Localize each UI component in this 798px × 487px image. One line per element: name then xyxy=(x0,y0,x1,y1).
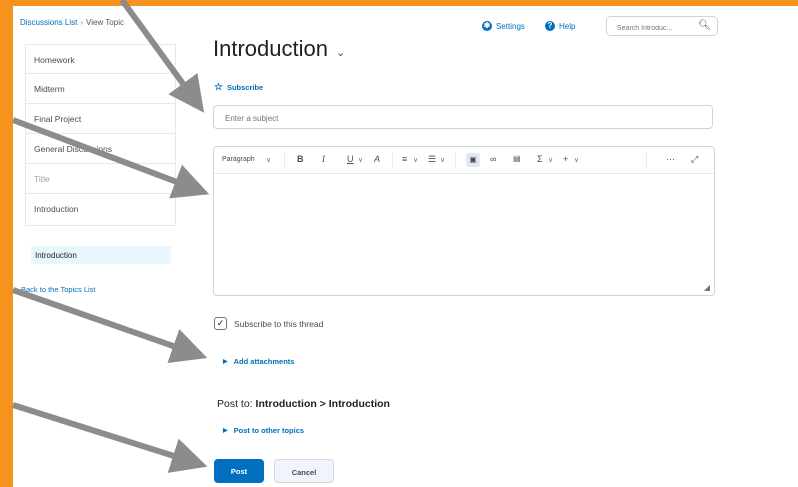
subscribe-thread-checkbox[interactable]: ✓ xyxy=(214,317,227,330)
page-title: Introduction ⌄ xyxy=(213,36,345,62)
chevron-down-icon[interactable]: ∨ xyxy=(548,156,553,164)
insert-button[interactable]: + xyxy=(563,154,568,164)
italic-button[interactable]: I xyxy=(322,154,325,164)
text-format-button[interactable]: A xyxy=(374,154,380,164)
align-left-icon[interactable]: ≡ xyxy=(402,154,407,164)
more-options-button[interactable]: ··· xyxy=(666,154,675,164)
resize-handle-icon[interactable]: ◢ xyxy=(704,283,710,292)
subscribe-link[interactable]: ☆ Subscribe xyxy=(214,82,263,93)
bold-button[interactable]: B xyxy=(297,154,304,164)
help-label: Help xyxy=(559,21,576,31)
settings-label: Settings xyxy=(496,21,525,31)
subject-input[interactable] xyxy=(223,113,697,124)
editor-toolbar: Paragraph ∨ B I U ∨ A ≡ ∨ ☰ ∨ ▣ ∞ ▤ Σ ∨ … xyxy=(214,147,714,174)
post-other-topics-toggle[interactable]: ▶ Post to other topics xyxy=(223,426,304,435)
discussion-page: Discussions List › View Topic ✱ Settings ?… xyxy=(13,6,798,487)
subscribe-thread-row: ✓ Subscribe to this thread xyxy=(214,317,323,330)
help-icon: ? xyxy=(545,21,555,31)
list-icon[interactable]: ☰ xyxy=(428,154,436,165)
sidebar-item-midterm[interactable]: Midterm xyxy=(25,74,176,104)
sidebar-item-final-project[interactable]: Final Project xyxy=(25,104,176,134)
sidebar-item-introduction[interactable]: Introduction xyxy=(25,194,176,226)
sidebar-selected-topic[interactable]: Introduction xyxy=(31,246,171,264)
chevron-down-icon[interactable]: ∨ xyxy=(574,156,579,164)
sidebar-item-homework[interactable]: Homework xyxy=(25,44,176,74)
chevron-down-icon[interactable]: ∨ xyxy=(266,156,271,164)
subscribe-label: Subscribe xyxy=(226,83,264,92)
rich-text-editor[interactable]: Paragraph ∨ B I U ∨ A ≡ ∨ ☰ ∨ ▣ ∞ ▤ Σ ∨ … xyxy=(213,146,715,296)
breadcrumb-current: View Topic xyxy=(86,18,124,27)
post-to-prefix: Post to: xyxy=(217,398,253,410)
chevron-down-icon[interactable]: ∨ xyxy=(358,156,363,164)
star-icon: ☆ xyxy=(214,82,223,93)
post-to-value: Introduction > Introduction xyxy=(255,398,390,410)
toolbar-divider xyxy=(646,153,647,167)
toolbar-divider xyxy=(455,153,456,167)
underline-button[interactable]: U xyxy=(347,154,354,164)
post-button[interactable]: Post xyxy=(214,459,264,483)
back-to-topics-link[interactable]: Back to the Topics List xyxy=(21,285,95,294)
add-attachments-label: Add attachments xyxy=(233,357,295,366)
toolbar-divider xyxy=(392,153,393,167)
gear-icon: ✱ xyxy=(482,21,492,31)
subscribe-thread-label: Subscribe to this thread xyxy=(234,318,324,329)
post-other-topics-label: Post to other topics xyxy=(233,426,305,435)
topics-sidebar: Homework Midterm Final Project General D… xyxy=(25,44,178,276)
page-title-text: Introduction xyxy=(213,36,328,61)
help-button[interactable]: ? Help xyxy=(545,21,575,31)
triangle-right-icon: ▶ xyxy=(223,359,228,365)
search-icon[interactable]: 🔍︎ xyxy=(698,20,711,31)
equation-button[interactable]: Σ xyxy=(537,154,543,164)
breadcrumb-separator: › xyxy=(80,18,84,27)
breadcrumb: Discussions List › View Topic xyxy=(20,18,124,27)
sidebar-item-general-discussions[interactable]: General Discussions xyxy=(25,134,176,164)
link-icon[interactable]: ∞ xyxy=(490,154,496,164)
chevron-down-icon[interactable]: ∨ xyxy=(413,156,418,164)
subject-field xyxy=(213,105,713,129)
insert-stuff-icon[interactable]: ▣ xyxy=(466,153,480,167)
toolbar-divider xyxy=(284,153,285,167)
settings-button[interactable]: ✱ Settings xyxy=(482,21,525,31)
cancel-button[interactable]: Cancel xyxy=(274,459,334,483)
image-icon[interactable]: ▤ xyxy=(513,154,521,163)
triangle-right-icon: ▶ xyxy=(223,428,228,434)
breadcrumb-discussions-list[interactable]: Discussions List xyxy=(20,18,77,27)
search-input[interactable] xyxy=(615,24,703,33)
sidebar-item-title[interactable]: Title xyxy=(25,164,176,194)
chevron-down-icon[interactable]: ⌄ xyxy=(336,46,345,59)
search-box: 🔍︎ xyxy=(606,16,718,36)
post-to-line: Post to: Introduction > Introduction xyxy=(217,398,390,410)
paragraph-format-select[interactable]: Paragraph xyxy=(222,156,255,163)
fullscreen-icon[interactable]: ⤢ xyxy=(691,154,698,165)
add-attachments-toggle[interactable]: ▶ Add attachments xyxy=(223,357,294,366)
chevron-down-icon[interactable]: ∨ xyxy=(440,156,445,164)
